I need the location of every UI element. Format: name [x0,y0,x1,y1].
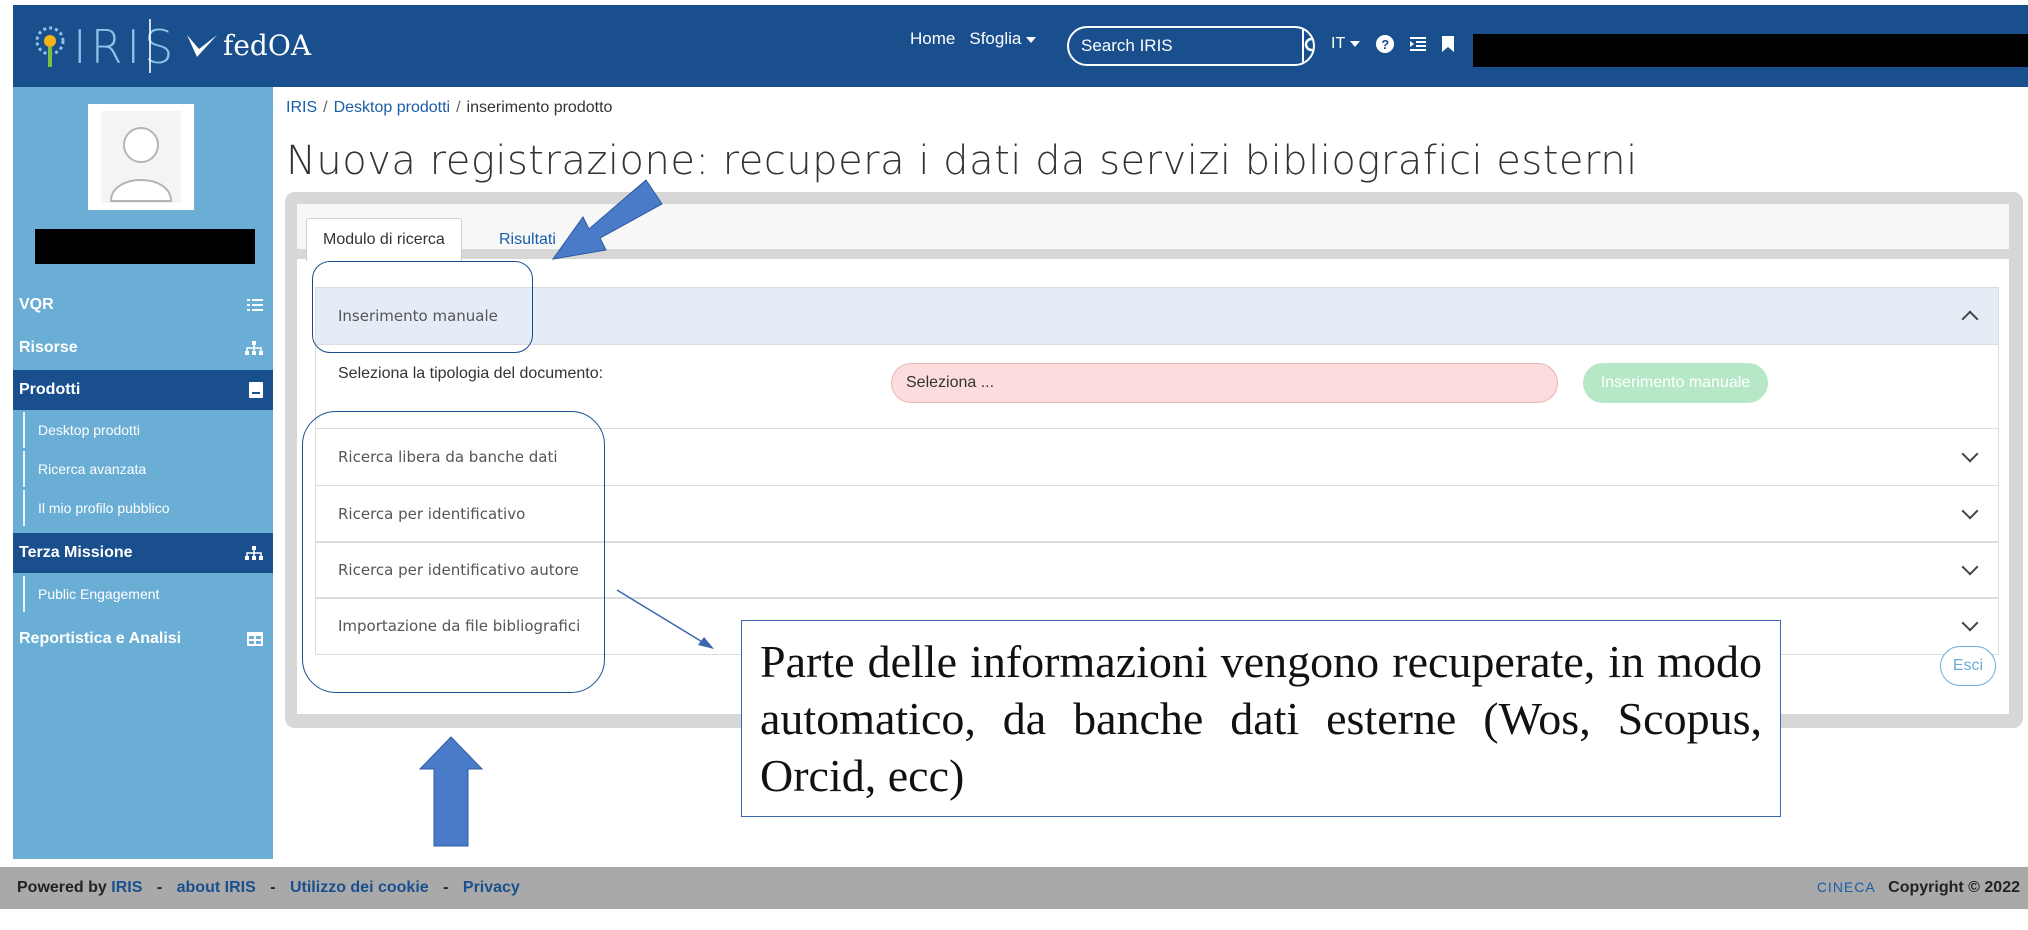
footer-powered-by: Powered by [17,879,107,896]
footer-link-about[interactable]: about IRIS [177,879,256,896]
footer: Powered by IRIS - about IRIS - Utilizzo … [0,867,2028,909]
footer-separator: - [443,879,449,896]
cineca-logo[interactable]: CINECA [1817,879,1876,895]
callout-pointer-line [616,589,705,644]
footer-link-cookie[interactable]: Utilizzo dei cookie [290,879,429,896]
annotation-callout: Parte delle informazioni vengono recuper… [741,620,1781,817]
footer-link-iris[interactable]: IRIS [111,879,142,896]
callout-pointer-head-icon [698,637,714,649]
footer-separator: - [156,879,163,896]
footer-links: Powered by IRIS - about IRIS - Utilizzo … [17,879,520,897]
footer-copyright: Copyright © 2022 [1888,879,2020,896]
footer-link-privacy[interactable]: Privacy [463,879,520,896]
arrow-up-icon [418,736,484,847]
footer-separator: - [270,879,276,896]
footer-copyright-area: CINECA Copyright © 2022 [1817,879,2020,897]
arrow-to-results-icon [551,179,663,260]
